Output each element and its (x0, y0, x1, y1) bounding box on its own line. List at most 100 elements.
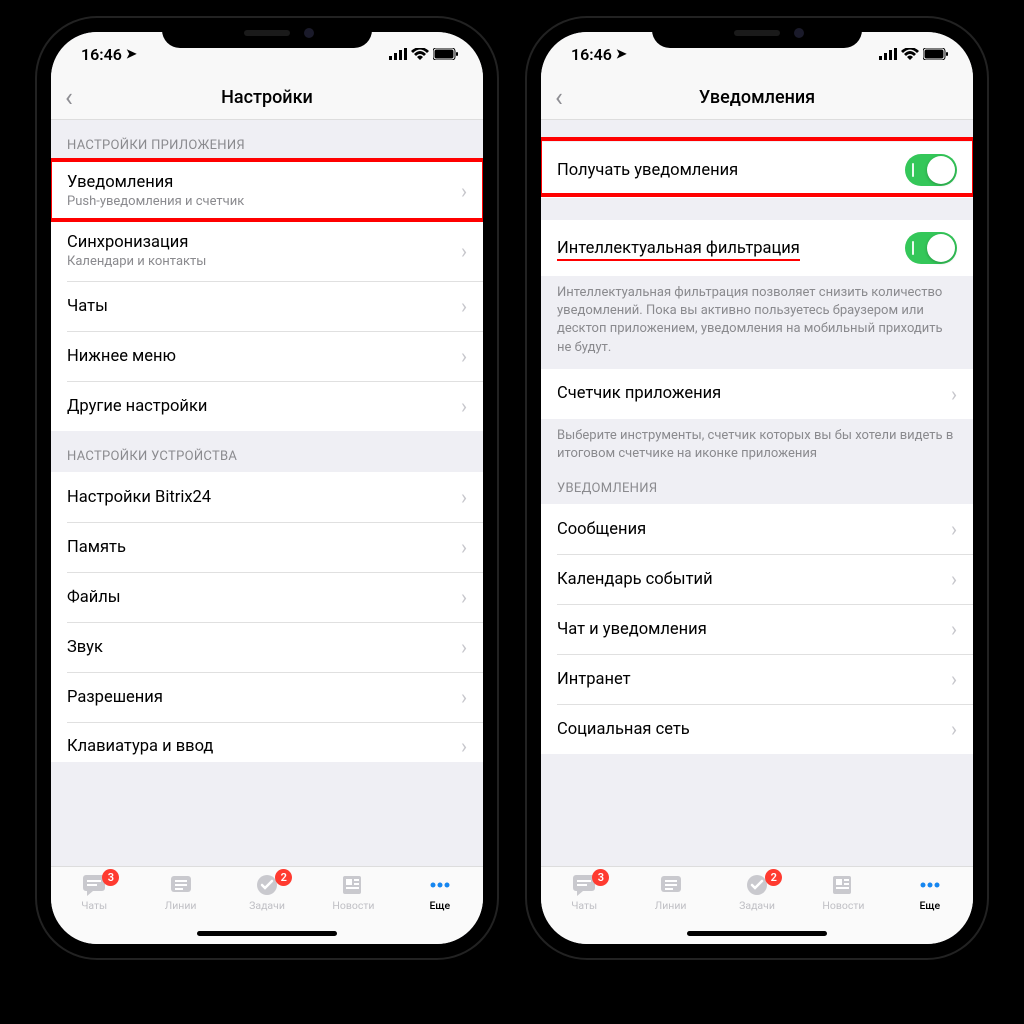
row-title: Счетчик приложения (557, 384, 943, 403)
row-title: Клавиатура и ввод (67, 737, 453, 756)
section-header-device: НАСТРОЙКИ УСТРОЙСТВА (51, 431, 483, 472)
tab-label: Линии (655, 899, 687, 912)
toggle-filter[interactable] (905, 232, 957, 264)
tab-more[interactable]: Еще (397, 873, 483, 912)
row-bitrix[interactable]: Настройки Bitrix24 › (51, 472, 483, 522)
row-files[interactable]: Файлы › (51, 572, 483, 622)
chevron-right-icon: › (461, 585, 467, 609)
group-receive: Получать уведомления (541, 142, 973, 198)
row-title: Получать уведомления (557, 161, 905, 180)
row-messages[interactable]: Сообщения › (541, 504, 973, 554)
row-intranet[interactable]: Интранет › (541, 654, 973, 704)
tab-news[interactable]: Новости (310, 873, 396, 912)
phone-frame-left: 16:46 ➤ ‹ Настройки НАСТРОЙКИ ПРИЛОЖЕНИЯ (37, 18, 497, 958)
screen-left: 16:46 ➤ ‹ Настройки НАСТРОЙКИ ПРИЛОЖЕНИЯ (51, 32, 483, 944)
row-sub: Календари и контакты (67, 254, 453, 269)
footer-filter: Интеллектуальная фильтрация позволяет сн… (541, 276, 973, 369)
chevron-right-icon: › (951, 382, 957, 406)
row-title: Настройки Bitrix24 (67, 488, 453, 507)
row-receive-notifications[interactable]: Получать уведомления (541, 142, 973, 198)
row-title: Память (67, 538, 453, 557)
chevron-right-icon: › (461, 294, 467, 318)
signal-icon (389, 48, 407, 60)
home-indicator[interactable] (197, 931, 337, 936)
more-icon (916, 873, 944, 897)
tab-lines[interactable]: Линии (627, 873, 713, 912)
section-header-app: НАСТРОЙКИ ПРИЛОЖЕНИЯ (51, 120, 483, 161)
lines-icon (657, 873, 685, 897)
cell-group-app: Уведомления Push-уведомления и счетчик ›… (51, 161, 483, 431)
chevron-right-icon: › (461, 485, 467, 509)
news-icon (339, 873, 367, 897)
group-counter: Счетчик приложения › (541, 369, 973, 419)
screen-right: 16:46 ➤ ‹ Уведомления (541, 32, 973, 944)
status-time: 16:46 (571, 45, 612, 64)
row-title: Другие настройки (67, 397, 453, 416)
lines-icon (167, 873, 195, 897)
back-button[interactable]: ‹ (555, 85, 563, 111)
row-title: Разрешения (67, 688, 453, 707)
tab-label: Задачи (739, 899, 775, 912)
tab-label: Еще (919, 899, 940, 912)
row-sync[interactable]: Синхронизация Календари и контакты › (51, 221, 483, 281)
tab-more[interactable]: Еще (887, 873, 973, 912)
row-other[interactable]: Другие настройки › (51, 381, 483, 431)
location-icon: ➤ (126, 47, 137, 62)
chevron-right-icon: › (461, 535, 467, 559)
section-header-notifications: УВЕДОМЛЕНИЯ (541, 475, 973, 504)
battery-icon (433, 48, 459, 60)
navbar: ‹ Настройки (51, 76, 483, 120)
group-filter: Интеллектуальная фильтрация (541, 220, 973, 276)
row-title: Интранет (557, 670, 943, 689)
content-left[interactable]: НАСТРОЙКИ ПРИЛОЖЕНИЯ Уведомления Push-ув… (51, 120, 483, 866)
more-icon (426, 873, 454, 897)
row-chats[interactable]: Чаты › (51, 281, 483, 331)
badge: 2 (765, 869, 782, 886)
tab-tasks[interactable]: 2 Задачи (714, 873, 800, 912)
chevron-right-icon: › (461, 239, 467, 263)
row-app-counter[interactable]: Счетчик приложения › (541, 369, 973, 419)
group-notifications: Сообщения › Календарь событий › Чат и ув… (541, 504, 973, 754)
tab-chats[interactable]: 3 Чаты (51, 873, 137, 912)
row-sound[interactable]: Звук › (51, 622, 483, 672)
toggle-receive[interactable] (905, 154, 957, 186)
badge: 2 (275, 869, 292, 886)
notch (652, 18, 862, 48)
content-right[interactable]: Получать уведомления Интеллектуальная фи… (541, 120, 973, 866)
badge: 3 (592, 869, 609, 886)
row-permissions[interactable]: Разрешения › (51, 672, 483, 722)
location-icon: ➤ (616, 47, 627, 62)
tab-label: Чаты (571, 899, 597, 912)
row-calendar[interactable]: Календарь событий › (541, 554, 973, 604)
tab-label: Новости (822, 899, 864, 912)
wifi-icon (411, 48, 429, 60)
row-title: Чаты (67, 297, 453, 316)
chevron-right-icon: › (461, 734, 467, 758)
row-chat-notify[interactable]: Чат и уведомления › (541, 604, 973, 654)
tab-label: Чаты (81, 899, 107, 912)
tab-lines[interactable]: Линии (137, 873, 223, 912)
row-title: Звук (67, 638, 453, 657)
tab-label: Линии (165, 899, 197, 912)
row-title: Уведомления (67, 173, 453, 192)
row-title: Интеллектуальная фильтрация (557, 239, 905, 258)
row-bottom-menu[interactable]: Нижнее меню › (51, 331, 483, 381)
row-social[interactable]: Социальная сеть › (541, 704, 973, 754)
row-keyboard[interactable]: Клавиатура и ввод › (51, 722, 483, 762)
notch (162, 18, 372, 48)
home-indicator[interactable] (687, 931, 827, 936)
back-button[interactable]: ‹ (65, 85, 73, 111)
tab-news[interactable]: Новости (800, 873, 886, 912)
wifi-icon (901, 48, 919, 60)
chevron-right-icon: › (951, 567, 957, 591)
chevron-right-icon: › (461, 685, 467, 709)
tab-chats[interactable]: 3 Чаты (541, 873, 627, 912)
row-title: Календарь событий (557, 570, 943, 589)
battery-icon (923, 48, 949, 60)
news-icon (829, 873, 857, 897)
row-notifications[interactable]: Уведомления Push-уведомления и счетчик › (51, 161, 483, 221)
tab-tasks[interactable]: 2 Задачи (224, 873, 310, 912)
row-memory[interactable]: Память › (51, 522, 483, 572)
row-smart-filter[interactable]: Интеллектуальная фильтрация (541, 220, 973, 276)
tab-label: Задачи (249, 899, 285, 912)
